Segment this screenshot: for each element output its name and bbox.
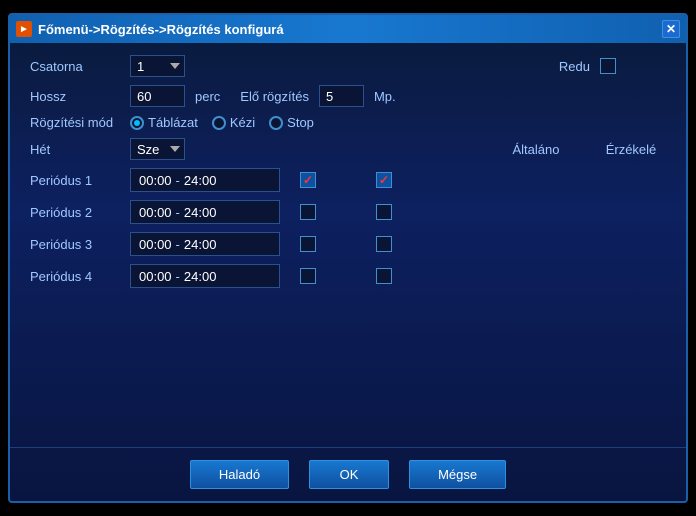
period-4-erzekele-checkbox[interactable] <box>376 268 392 284</box>
period-4-row: Periódus 4 00:00 - 24:00 <box>30 264 666 288</box>
period-2-altalano-checkbox[interactable] <box>300 204 316 220</box>
period-4-label: Periódus 4 <box>30 269 120 284</box>
period-2-start: 00:00 <box>139 205 172 220</box>
period-2-end: 24:00 <box>184 205 217 220</box>
elo-rogzites-label: Elő rögzítés <box>240 89 309 104</box>
period-3-end: 24:00 <box>184 237 217 252</box>
period-4-sep: - <box>176 269 180 284</box>
close-button[interactable]: ✕ <box>662 20 680 38</box>
rogzitesi-mod-label: Rögzítési mód <box>30 115 120 130</box>
tablazat-label: Táblázat <box>148 115 198 130</box>
stop-radio[interactable] <box>269 116 283 130</box>
period-3-checkboxes <box>300 236 392 252</box>
period-1-time-range: 00:00 - 24:00 <box>130 168 280 192</box>
hossz-input[interactable] <box>130 85 185 107</box>
period-3-erzekele-checkbox[interactable] <box>376 236 392 252</box>
perc-label: perc <box>195 89 220 104</box>
period-2-label: Periódus 2 <box>30 205 120 220</box>
csatorna-label: Csatorna <box>30 59 120 74</box>
mod-stop-option[interactable]: Stop <box>269 115 314 130</box>
redu-checkbox[interactable] <box>600 58 616 74</box>
period-3-time-range: 00:00 - 24:00 <box>130 232 280 256</box>
halado-button[interactable]: Haladó <box>190 460 289 489</box>
csatorna-select[interactable]: 1 2 3 4 <box>130 55 185 77</box>
mod-tablazat-option[interactable]: Táblázat <box>130 115 198 130</box>
altalano-header: Általáno <box>486 142 586 157</box>
stop-label: Stop <box>287 115 314 130</box>
period-2-checkboxes <box>300 204 392 220</box>
kezi-label: Kézi <box>230 115 255 130</box>
hossz-label: Hossz <box>30 89 120 104</box>
period-2-sep: - <box>176 205 180 220</box>
period-1-end: 24:00 <box>184 173 217 188</box>
csatorna-row: Csatorna 1 2 3 4 Redu <box>30 55 666 77</box>
titlebar: ► Főmenü->Rögzítés->Rögzítés konfigurá ✕ <box>10 15 686 43</box>
period-4-altalano-checkbox[interactable] <box>300 268 316 284</box>
period-1-start: 00:00 <box>139 173 172 188</box>
period-3-row: Periódus 3 00:00 - 24:00 <box>30 232 666 256</box>
period-4-checkboxes <box>300 268 392 284</box>
period-1-row: Periódus 1 00:00 - 24:00 <box>30 168 666 192</box>
footer: Haladó OK Mégse <box>10 447 686 501</box>
main-window: ► Főmenü->Rögzítés->Rögzítés konfigurá ✕… <box>8 13 688 503</box>
period-3-label: Periódus 3 <box>30 237 120 252</box>
megse-button[interactable]: Mégse <box>409 460 506 489</box>
het-label: Hét <box>30 142 120 157</box>
kezi-radio[interactable] <box>212 116 226 130</box>
hossz-row: Hossz perc Elő rögzítés Mp. <box>30 85 666 107</box>
period-3-altalano-checkbox[interactable] <box>300 236 316 252</box>
rogzitesi-mod-row: Rögzítési mód Táblázat Kézi Stop <box>30 115 666 130</box>
tablazat-radio[interactable] <box>130 116 144 130</box>
ok-button[interactable]: OK <box>309 460 389 489</box>
period-2-erzekele-checkbox[interactable] <box>376 204 392 220</box>
period-1-altalano-checkbox[interactable] <box>300 172 316 188</box>
form-content: Csatorna 1 2 3 4 Redu Hossz perc Elő rög… <box>10 43 686 447</box>
period-1-label: Periódus 1 <box>30 173 120 188</box>
period-3-start: 00:00 <box>139 237 172 252</box>
titlebar-left: ► Főmenü->Rögzítés->Rögzítés konfigurá <box>16 21 284 37</box>
period-4-time-range: 00:00 - 24:00 <box>130 264 280 288</box>
redu-label: Redu <box>559 59 590 74</box>
window-icon: ► <box>16 21 32 37</box>
window-title: Főmenü->Rögzítés->Rögzítés konfigurá <box>38 22 284 37</box>
het-row: Hét H K Sze Cs P Szo V Általáno Érzékelé <box>30 138 666 160</box>
period-4-end: 24:00 <box>184 269 217 284</box>
period-1-checkboxes <box>300 172 392 188</box>
het-select[interactable]: H K Sze Cs P Szo V <box>130 138 185 160</box>
period-2-row: Periódus 2 00:00 - 24:00 <box>30 200 666 224</box>
period-4-start: 00:00 <box>139 269 172 284</box>
mod-kezi-option[interactable]: Kézi <box>212 115 255 130</box>
elo-rogzites-input[interactable] <box>319 85 364 107</box>
period-2-time-range: 00:00 - 24:00 <box>130 200 280 224</box>
period-1-erzekele-checkbox[interactable] <box>376 172 392 188</box>
period-3-sep: - <box>176 237 180 252</box>
mp-label: Mp. <box>374 89 396 104</box>
mod-radio-group: Táblázat Kézi Stop <box>130 115 314 130</box>
period-1-sep: - <box>176 173 180 188</box>
erzekele-header: Érzékelé <box>596 142 666 157</box>
